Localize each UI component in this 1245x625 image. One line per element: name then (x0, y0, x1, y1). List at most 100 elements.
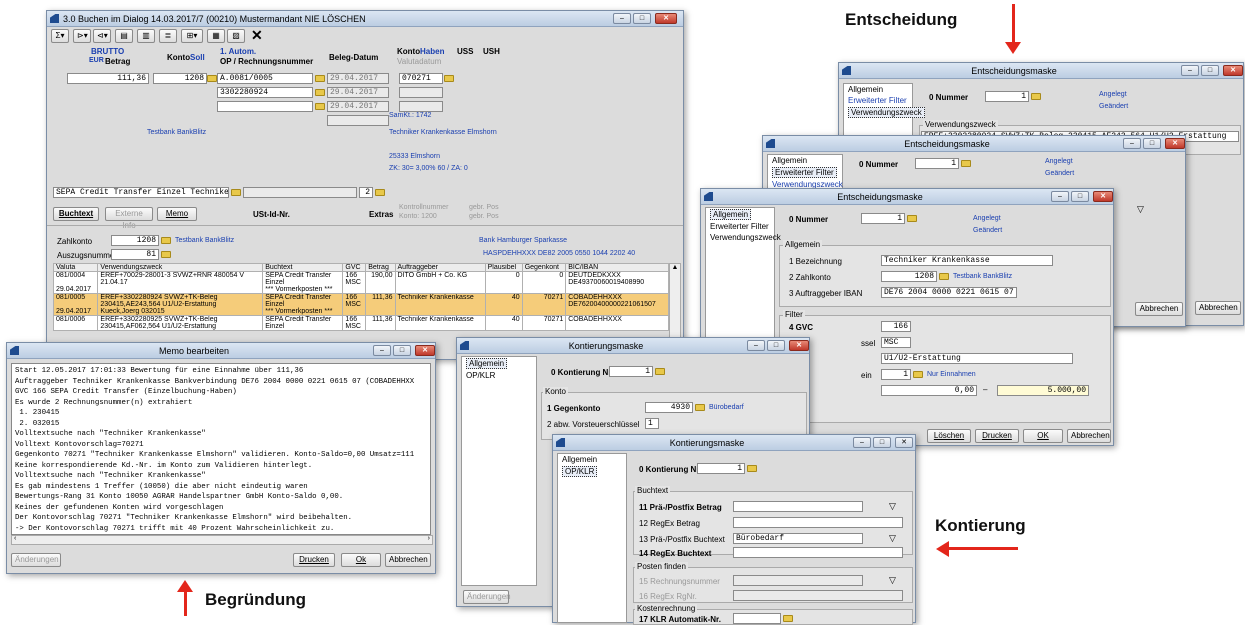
memo-button[interactable]: Memo (157, 207, 197, 221)
op-field-1[interactable]: A.0081/0005 (217, 73, 313, 84)
abbrechen-button[interactable]: Abbrechen (1195, 301, 1241, 315)
folder-icon[interactable] (907, 215, 917, 222)
amount-field[interactable]: 111,36 (67, 73, 149, 84)
filter-icon[interactable]: ⊳▾ (73, 29, 91, 43)
tree-item-allgemein[interactable]: Allgemein (466, 358, 508, 369)
betrag-von-field[interactable]: 0,00 (881, 385, 977, 396)
folder-icon[interactable] (315, 89, 325, 96)
folder-icon[interactable] (939, 273, 949, 280)
scroll-up-icon[interactable]: ▲ (670, 264, 680, 271)
praefix-betrag-field[interactable] (733, 501, 863, 512)
regex-rgnr-field[interactable] (733, 590, 903, 601)
tree-item-erweiterter-filter[interactable]: Erweiterter Filter (706, 221, 774, 232)
beleg-sub-field[interactable] (327, 115, 389, 126)
maximize-button[interactable]: □ (873, 437, 891, 448)
regex-betrag-field[interactable] (733, 517, 903, 528)
folder-icon[interactable] (695, 404, 705, 411)
tree-item-allgemein[interactable]: Allgemein (768, 155, 842, 166)
tree-item-erweiterter-filter[interactable]: Erweiterter Filter (844, 95, 912, 106)
abbrechen-button[interactable]: Abbrechen (1135, 302, 1183, 316)
drucken-button[interactable]: Drucken (293, 553, 335, 567)
horizontal-scrollbar[interactable]: ‹ › (11, 535, 433, 545)
regex-buchtext-field[interactable] (733, 547, 903, 558)
dropdown-icon[interactable]: ▽ (889, 501, 896, 512)
folder-icon[interactable] (1031, 93, 1041, 100)
buchtext-extra-field[interactable] (243, 187, 357, 198)
aenderungen-button[interactable]: Änderungen (463, 590, 511, 604)
kontierung-nr-field[interactable]: 1 (609, 366, 653, 377)
close-button[interactable]: ✕ (415, 345, 435, 356)
column-header[interactable]: Gegenkont (521, 263, 567, 272)
minimize-button[interactable]: – (613, 13, 631, 24)
kontierung-nr-field[interactable]: 1 (697, 463, 745, 474)
column-header[interactable]: Buchtext (262, 263, 344, 272)
grid-icon[interactable]: ⊞▾ (181, 29, 203, 43)
table-row[interactable]: 081/0005 29.04.2017 EREF+3302280924 SVWZ+… (52, 293, 669, 316)
auftraggeber-iban-field[interactable]: DE76 2004 0000 0221 0615 07 (881, 287, 1017, 298)
folder-icon[interactable] (375, 189, 385, 196)
haben-sub-field[interactable] (399, 87, 443, 98)
folder-icon[interactable] (783, 615, 793, 622)
maximize-button[interactable]: □ (1201, 65, 1219, 76)
nummer-field[interactable]: 1 (861, 213, 905, 224)
folder-icon[interactable] (207, 75, 217, 82)
scroll-left-icon[interactable]: ‹ (14, 535, 16, 542)
externe-info-button[interactable]: Externe Info (105, 207, 153, 230)
gvc-field[interactable]: 166 (881, 321, 911, 332)
tree-item-op-klr[interactable]: OP/KLR (562, 466, 598, 477)
memo-textarea[interactable]: Start 12.05.2017 17:01:33 Bewertung für … (11, 363, 431, 535)
nummer-field[interactable]: 1 (985, 91, 1029, 102)
list-icon[interactable]: ≣ (159, 29, 177, 43)
folder-icon[interactable] (231, 189, 241, 196)
tree-item-verwendungszweck[interactable]: Verwendungszweck (706, 232, 781, 243)
close-button[interactable]: ✕ (1223, 65, 1243, 76)
tree-item-allgemein[interactable]: Allgemein (844, 84, 912, 95)
folder-icon[interactable] (747, 465, 757, 472)
auszug-field[interactable]: 81 (111, 249, 159, 260)
abbrechen-button[interactable]: Abbrechen (385, 553, 431, 567)
close-button[interactable]: ✕ (655, 13, 677, 24)
minimize-button[interactable]: – (1181, 65, 1199, 76)
dropdown-icon[interactable]: ▽ (889, 575, 896, 586)
folder-icon[interactable] (315, 75, 325, 82)
folder-icon[interactable] (315, 103, 325, 110)
folder-icon[interactable] (655, 368, 665, 375)
konto-soll-field[interactable]: 1208 (153, 73, 207, 84)
minimize-button[interactable]: – (1123, 138, 1141, 149)
msc-field[interactable]: MSC (881, 337, 911, 348)
gegenkonto-field[interactable]: 4930 (645, 402, 693, 413)
sum-icon[interactable]: Σ▾ (51, 29, 69, 43)
abbrechen-button[interactable]: Abbrechen (1067, 429, 1111, 443)
buchtext-button[interactable]: Buchtext (53, 207, 99, 221)
ok-button[interactable]: OK (1023, 429, 1063, 443)
column-header[interactable]: Valuta (52, 263, 99, 272)
drucken-button[interactable]: Drucken (975, 429, 1019, 443)
nummer-field[interactable]: 1 (915, 158, 959, 169)
view-icon[interactable]: ▨ (227, 29, 245, 43)
bezeichnung-field[interactable]: Techniker Krankenkasse (881, 255, 1053, 266)
buchtext-field[interactable]: SEPA Credit Transfer Einzel Techniker (53, 187, 229, 198)
tree-item-verwendungszweck[interactable]: Verwendungszweck (848, 107, 925, 118)
column-header[interactable]: GVC (342, 263, 367, 272)
maximize-button[interactable]: □ (393, 345, 411, 356)
minimize-button[interactable]: – (747, 340, 765, 351)
column-header[interactable]: Plausibel (484, 263, 523, 272)
op-field-2[interactable]: 3302280924 (217, 87, 313, 98)
maximize-button[interactable]: □ (1143, 138, 1161, 149)
print-icon[interactable]: ▤ (115, 29, 133, 43)
table-row[interactable]: 081/0006 EREF+3302280925 SVWZ+TK-Beleg 23… (52, 315, 669, 331)
tree-item-op-klr[interactable]: OP/KLR (462, 370, 536, 381)
table-row[interactable]: 081/0004 29.04.2017 EREF+70029-28001-3 SV… (52, 271, 669, 294)
praefix-buchtext-field[interactable]: Bürobedarf (733, 533, 863, 544)
folder-icon[interactable] (913, 371, 923, 378)
minimize-button[interactable]: – (853, 437, 871, 448)
konto-haben-field[interactable]: 070271 (399, 73, 443, 84)
aenderungen-button[interactable]: Änderungen (11, 553, 61, 567)
scroll-right-icon[interactable]: › (428, 535, 430, 542)
close-button[interactable]: ✕ (1165, 138, 1185, 149)
richtung-field[interactable]: 1 (881, 369, 911, 380)
maximize-button[interactable]: □ (767, 340, 785, 351)
minimize-button[interactable]: – (373, 345, 391, 356)
maximize-button[interactable]: □ (1071, 191, 1089, 202)
folder-icon[interactable] (444, 75, 454, 82)
